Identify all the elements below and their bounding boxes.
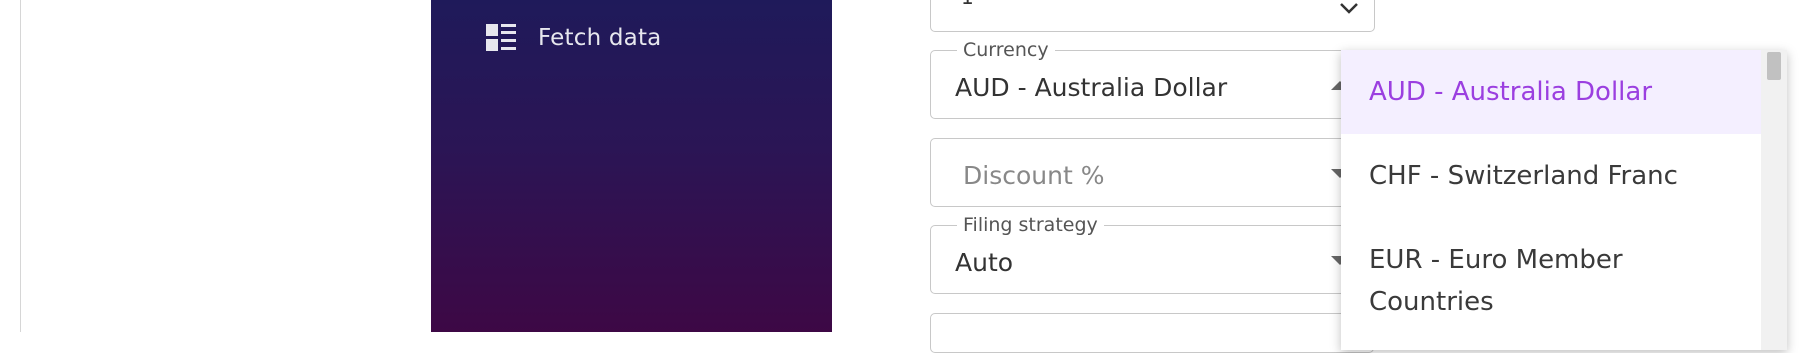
currency-label: Currency <box>957 38 1055 62</box>
sidebar-nav: Fetch data <box>431 0 832 332</box>
filing-strategy-label: Filing strategy <box>957 213 1104 237</box>
currency-dropdown-menu: AUD - Australia Dollar CHF - Switzerland… <box>1341 50 1787 350</box>
next-field[interactable] <box>930 313 1374 353</box>
filing-strategy-value: Auto <box>955 248 1014 277</box>
discount-placeholder: Discount % <box>963 161 1105 190</box>
chevron-down-icon <box>1340 3 1358 14</box>
currency-value: AUD - Australia Dollar <box>955 73 1228 102</box>
discount-select[interactable]: Discount % <box>930 138 1374 207</box>
nav-item-label: Fetch data <box>538 25 662 51</box>
currency-option-aud[interactable]: AUD - Australia Dollar <box>1341 50 1761 134</box>
dropdown-scrollbar[interactable] <box>1761 50 1787 350</box>
currency-select[interactable]: Currency AUD - Australia Dollar <box>930 38 1374 119</box>
content-frame-edge <box>0 0 21 332</box>
filing-strategy-select[interactable]: Filing strategy Auto <box>930 213 1374 294</box>
currency-option-eur[interactable]: EUR - Euro Member Countries <box>1341 218 1761 350</box>
currency-option-chf[interactable]: CHF - Switzerland Franc <box>1341 134 1761 218</box>
number-select[interactable]: 1 <box>930 0 1375 32</box>
scrollbar-thumb[interactable] <box>1767 52 1781 80</box>
nav-item-fetch-data[interactable]: Fetch data <box>486 18 661 58</box>
list-icon <box>486 23 516 53</box>
number-select-value: 1 <box>961 0 974 9</box>
